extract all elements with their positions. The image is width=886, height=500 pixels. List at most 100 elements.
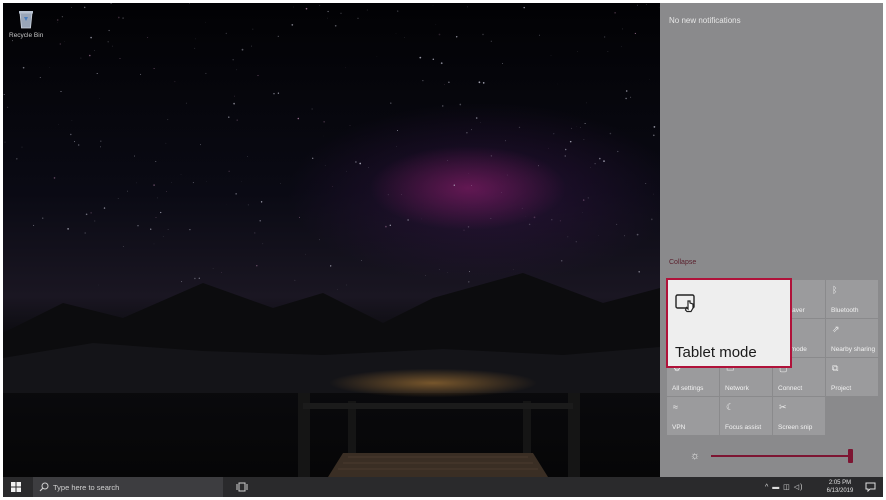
star bbox=[247, 156, 248, 157]
star bbox=[153, 184, 155, 186]
star bbox=[444, 84, 445, 85]
star bbox=[397, 130, 398, 131]
star bbox=[355, 161, 357, 163]
project-icon: ⧉ bbox=[832, 363, 839, 373]
star bbox=[521, 207, 523, 209]
tile-screen-snip[interactable]: ✂ Screen snip bbox=[773, 397, 825, 435]
star bbox=[634, 32, 636, 34]
desktop-icon-recycle-bin[interactable]: Recycle Bin bbox=[9, 9, 43, 39]
star bbox=[550, 55, 552, 56]
star bbox=[583, 139, 585, 140]
star bbox=[389, 224, 391, 226]
star bbox=[432, 58, 435, 61]
star bbox=[319, 5, 321, 7]
tablet-mode-icon bbox=[675, 294, 695, 313]
star bbox=[603, 36, 606, 38]
star bbox=[480, 121, 482, 123]
star bbox=[53, 177, 56, 179]
star bbox=[323, 121, 325, 123]
star bbox=[96, 72, 98, 75]
star bbox=[533, 216, 536, 219]
tile-label: Network bbox=[725, 385, 749, 392]
star bbox=[94, 50, 95, 51]
star bbox=[482, 33, 484, 36]
star bbox=[506, 174, 508, 176]
star bbox=[166, 191, 167, 192]
star bbox=[71, 7, 72, 8]
star bbox=[340, 12, 342, 14]
tile-bluetooth[interactable]: ᛒ Bluetooth bbox=[826, 280, 878, 318]
star bbox=[155, 161, 157, 163]
star bbox=[200, 144, 202, 146]
star bbox=[467, 173, 469, 175]
wallpaper-stars bbox=[3, 3, 660, 291]
star bbox=[584, 122, 586, 125]
star bbox=[501, 192, 502, 193]
vpn-icon: ≈ bbox=[673, 402, 678, 412]
star bbox=[165, 142, 167, 144]
star bbox=[160, 211, 162, 214]
task-view-icon[interactable] bbox=[236, 482, 248, 492]
star bbox=[319, 239, 320, 241]
no-notifications-text: No new notifications bbox=[669, 16, 741, 25]
tile-label: All settings bbox=[672, 385, 704, 392]
star bbox=[299, 216, 301, 218]
star bbox=[401, 194, 402, 195]
star bbox=[136, 182, 138, 184]
star bbox=[447, 160, 448, 161]
star bbox=[575, 241, 577, 243]
star bbox=[236, 69, 238, 71]
brightness-slider-thumb[interactable] bbox=[848, 449, 853, 463]
tile-vpn[interactable]: ≈ VPN bbox=[667, 397, 719, 435]
star bbox=[56, 19, 59, 21]
star bbox=[127, 190, 128, 192]
star bbox=[539, 34, 540, 36]
star bbox=[4, 141, 6, 143]
system-tray-icons[interactable]: ^ ▬ ◫ ◁) bbox=[765, 483, 803, 491]
star bbox=[99, 98, 100, 99]
star bbox=[580, 127, 581, 128]
screen-frame: Recycle Bin No new notifications Collaps… bbox=[3, 3, 883, 497]
star bbox=[475, 117, 478, 119]
star bbox=[490, 218, 492, 219]
star bbox=[467, 226, 470, 228]
star bbox=[108, 29, 110, 32]
star bbox=[119, 58, 121, 59]
star bbox=[188, 3, 191, 4]
tile-nearby-sharing[interactable]: ⇗ Nearby sharing bbox=[826, 319, 878, 357]
star bbox=[71, 120, 73, 121]
star bbox=[404, 37, 405, 38]
star bbox=[94, 220, 96, 222]
tablet-mode-tile-highlight[interactable]: Tablet mode bbox=[666, 278, 792, 368]
star bbox=[569, 140, 572, 143]
star bbox=[57, 22, 58, 24]
taskbar-clock[interactable]: 2:05 PM 6/13/2019 bbox=[821, 479, 859, 495]
star bbox=[564, 155, 566, 157]
action-center-icon[interactable] bbox=[865, 482, 876, 492]
search-icon bbox=[39, 482, 49, 492]
taskbar-search-box[interactable]: Type here to search bbox=[33, 477, 223, 497]
tile-project[interactable]: ⧉ Project bbox=[826, 358, 878, 396]
star bbox=[70, 133, 72, 136]
star bbox=[490, 40, 492, 42]
wallpaper-dock bbox=[298, 393, 580, 477]
bluetooth-icon: ᛒ bbox=[832, 285, 838, 295]
start-button-icon[interactable] bbox=[11, 482, 21, 492]
star bbox=[80, 57, 82, 59]
tile-focus-assist[interactable]: ☾ Focus assist bbox=[720, 397, 772, 435]
brightness-slider[interactable] bbox=[711, 455, 851, 457]
desktop[interactable]: Recycle Bin bbox=[3, 3, 660, 477]
star bbox=[103, 207, 106, 209]
star bbox=[90, 212, 92, 214]
tile-label: Nearby sharing bbox=[831, 346, 876, 353]
star bbox=[235, 193, 237, 195]
star bbox=[153, 68, 155, 69]
star bbox=[652, 134, 655, 137]
star bbox=[228, 116, 230, 118]
star bbox=[140, 73, 142, 75]
star bbox=[586, 102, 587, 104]
star bbox=[622, 28, 624, 30]
star bbox=[645, 183, 647, 184]
star bbox=[420, 218, 422, 220]
collapse-link[interactable]: Collapse bbox=[669, 259, 696, 266]
